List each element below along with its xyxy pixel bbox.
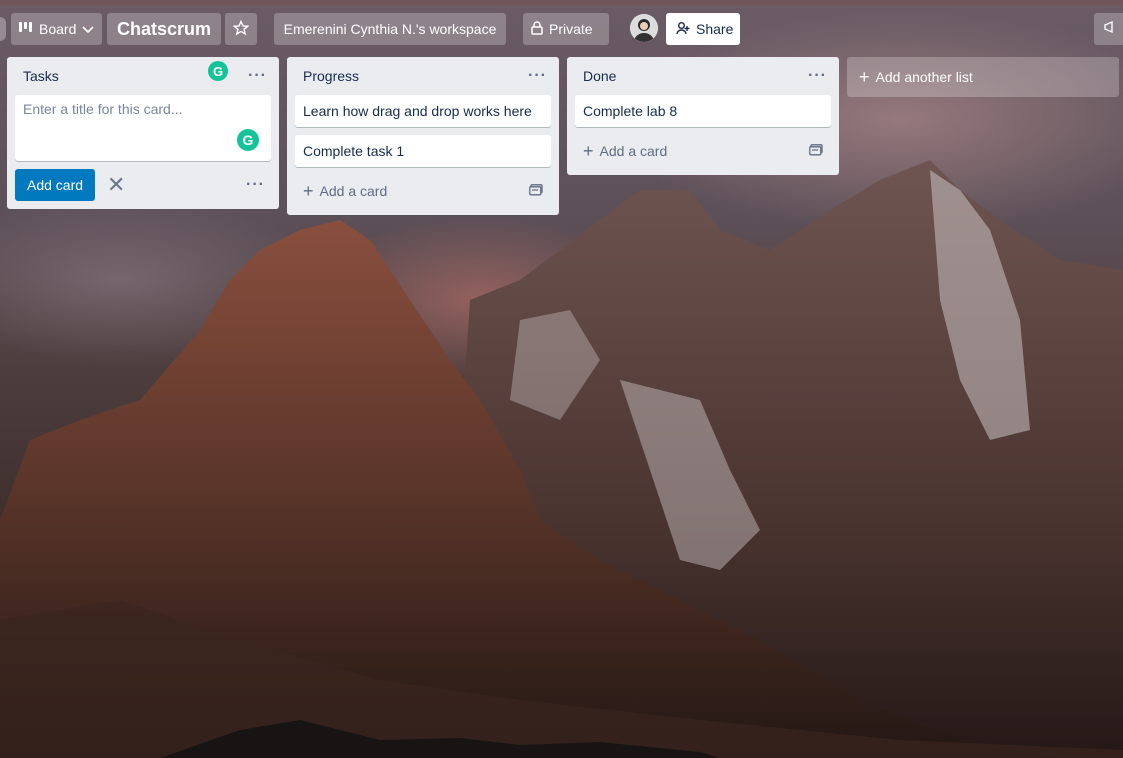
list-title[interactable]: Tasks: [23, 68, 59, 84]
list-menu-button[interactable]: ···: [528, 67, 547, 85]
chevron-down-icon: [82, 21, 94, 37]
plus-icon: +: [859, 66, 870, 87]
member-avatar[interactable]: [630, 14, 658, 42]
lock-icon: [531, 20, 543, 38]
board-header: Board Chatscrum Emerenini Cynthia N.'s w…: [0, 0, 1123, 56]
add-card-button[interactable]: Add card: [15, 169, 96, 201]
card[interactable]: Complete lab 8: [575, 95, 831, 127]
list-header: Done ···: [575, 57, 831, 95]
card-composer: G: [15, 95, 271, 161]
notification-button[interactable]: [1094, 13, 1123, 45]
list-tasks: Tasks ··· G G Add card ✕ ···: [7, 57, 279, 209]
board-icon: [19, 21, 33, 37]
board-view-label: Board: [39, 21, 77, 37]
list-done: Done ··· Complete lab 8 + Add a card: [567, 57, 839, 175]
add-card-label: Add a card: [599, 143, 668, 159]
add-card-label: Add a card: [319, 183, 388, 199]
add-list-button[interactable]: + Add another list: [847, 57, 1119, 97]
visibility-label: Private: [549, 21, 593, 37]
card-template-icon[interactable]: [809, 143, 823, 159]
card[interactable]: Complete task 1: [295, 135, 551, 167]
board-title[interactable]: Chatscrum: [107, 13, 221, 45]
list-title[interactable]: Progress: [303, 68, 359, 84]
star-button[interactable]: [225, 13, 257, 45]
plus-icon: +: [583, 140, 594, 161]
list-menu-button[interactable]: ···: [808, 67, 827, 85]
composer-controls: Add card ✕ ···: [15, 169, 271, 201]
add-list-label: Add another list: [875, 69, 973, 85]
workspace-button[interactable]: Emerenini Cynthia N.'s workspace: [274, 13, 506, 45]
add-member-icon: [676, 21, 690, 38]
add-card-link[interactable]: + Add a card: [575, 135, 831, 167]
list-menu-button[interactable]: ···: [248, 67, 267, 85]
card-template-icon[interactable]: [529, 183, 543, 199]
plus-icon: +: [303, 180, 314, 201]
card[interactable]: Learn how drag and drop works here: [295, 95, 551, 127]
grammarly-icon[interactable]: G: [237, 129, 259, 151]
grammarly-icon[interactable]: G: [208, 61, 228, 81]
list-progress: Progress ··· Learn how drag and drop wor…: [287, 57, 559, 215]
visibility-button[interactable]: Private: [523, 13, 609, 45]
list-header: Tasks ···: [15, 57, 271, 95]
header-strip: [0, 0, 1123, 5]
card-title-input[interactable]: [23, 101, 263, 141]
composer-options-button[interactable]: ···: [246, 176, 265, 194]
left-edge-control[interactable]: [0, 17, 6, 41]
list-header: Progress ···: [295, 57, 551, 95]
megaphone-icon: [1104, 20, 1118, 39]
close-icon[interactable]: ✕: [107, 174, 125, 196]
list-title[interactable]: Done: [583, 68, 616, 84]
add-card-link[interactable]: + Add a card: [295, 175, 551, 207]
share-label: Share: [696, 21, 734, 37]
board-view-button[interactable]: Board: [11, 13, 102, 45]
share-button[interactable]: Share: [666, 13, 740, 45]
star-icon: [232, 19, 250, 39]
